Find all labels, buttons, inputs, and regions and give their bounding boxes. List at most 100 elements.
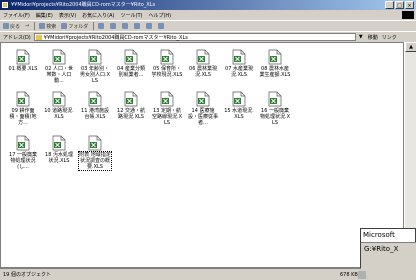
folder-icon	[35, 34, 42, 40]
excel-file-icon	[16, 91, 30, 107]
back-button[interactable]: 戻る	[3, 23, 20, 30]
file-item[interactable]: 06 農林業現況.XLS	[187, 49, 219, 78]
excel-file-icon	[268, 91, 282, 107]
go-button[interactable]: 移動	[368, 34, 378, 41]
menu-favorites[interactable]: お気に入り(A)	[82, 12, 114, 19]
history-button[interactable]	[98, 23, 105, 29]
dialog-title: Microsoft	[361, 229, 415, 242]
file-label: 08 農林水産業生産額.XLS	[259, 66, 291, 78]
file-item[interactable]: 03 年齢別・男女別人口.XLS	[79, 49, 111, 84]
delete-button[interactable]	[134, 23, 141, 29]
window-title: ¥¥Midori¥projects¥Rito2004職員CD-romマスター¥R…	[11, 2, 156, 8]
menu-edit[interactable]: 編集(E)	[36, 12, 53, 19]
address-label: アドレス(D)	[3, 34, 31, 41]
folder-app-icon	[2, 2, 8, 8]
file-item[interactable]: 11 港湾施設台帳.XLS	[79, 91, 111, 120]
file-label: 06 農林業現況.XLS	[189, 66, 217, 78]
dialog-text: G:¥Rito_X	[364, 245, 399, 253]
file-item[interactable]: 14 医療施設・医療従事者...	[187, 91, 219, 126]
excel-file-icon	[196, 49, 210, 65]
folders-icon	[61, 23, 68, 29]
views-button[interactable]	[158, 23, 165, 29]
menu-view[interactable]: 表示(V)	[59, 12, 76, 19]
toolbar-separator	[93, 22, 95, 30]
file-item[interactable]: 10 道路現況.XLS	[43, 91, 75, 120]
excel-file-icon	[232, 49, 246, 65]
window-controls: _ □ ×	[385, 1, 414, 9]
file-label: 09 耕作面積・面積(地方...	[9, 108, 37, 126]
menu-file[interactable]: ファイル(F)	[3, 12, 30, 19]
excel-file-icon	[88, 49, 102, 65]
copy-to-button[interactable]	[122, 23, 129, 29]
file-item[interactable]: 17 一般廃棄物処理状況(し...	[7, 135, 39, 170]
file-item[interactable]: 12 交通・航路現況.XLS	[115, 91, 147, 120]
zone-icon	[358, 271, 366, 279]
file-label: 18 汚水処理状況.XLS	[45, 152, 73, 164]
file-label: 07 水産業現況.XLS	[225, 66, 253, 78]
file-item[interactable]: 05 保育所・学校現況.XLS	[151, 49, 183, 78]
microsoft-dialog: Microsoft G:¥Rito_X	[360, 228, 416, 269]
menu-help[interactable]: ヘルプ(H)	[148, 12, 171, 19]
scroll-up-button[interactable]: ▲	[405, 42, 416, 52]
links-button[interactable]: リンク	[382, 34, 397, 41]
minimize-button[interactable]: _	[385, 1, 394, 9]
file-label: 13 定期・航空路線現況.XLS	[151, 108, 182, 126]
file-label: 01 概要.XLS	[8, 66, 38, 72]
file-item[interactable]: 02 人口・世帯数・人口動...	[43, 49, 75, 84]
copy-to-icon	[122, 23, 129, 29]
menu-bar: ファイル(F) 編集(E) 表示(V) お気に入り(A) ツール(T) ヘルプ(…	[0, 10, 416, 20]
status-count: 19 個のオブジェクト	[3, 272, 51, 278]
file-item[interactable]: 04 産業分類別就業者...	[115, 49, 147, 78]
excel-file-icon	[52, 91, 66, 107]
toolbar-separator	[34, 22, 36, 30]
toolbar: 戻る → 検索 フォルダ	[0, 20, 416, 31]
file-item[interactable]: 09 耕作面積・面積(地方...	[7, 91, 39, 126]
file-label: 02 人口・世帯数・人口動...	[45, 66, 73, 84]
excel-file-icon	[196, 91, 210, 107]
close-button[interactable]: ×	[405, 1, 414, 9]
excel-file-icon	[160, 91, 174, 107]
address-dropdown-button[interactable]: ▼	[358, 33, 364, 41]
file-item[interactable]: 附表 地域指定状況調査の概要.XLS	[78, 135, 112, 171]
address-value: ¥¥Midori¥projects¥Rito2004職員CD-romマスター¥R…	[43, 34, 188, 41]
search-icon	[39, 23, 46, 29]
file-item[interactable]: 16 一般廃棄物処理状況.XLS	[259, 91, 291, 126]
title-bar: ¥¥Midori¥projects¥Rito2004職員CD-romマスター¥R…	[0, 0, 416, 10]
excel-file-icon	[124, 91, 138, 107]
file-label: 15 水道現況.XLS	[224, 108, 254, 120]
delete-icon	[134, 23, 141, 29]
file-label: 附表 地域指定状況調査の概要.XLS	[78, 151, 112, 171]
excel-file-icon	[16, 135, 30, 151]
excel-file-icon	[16, 49, 30, 65]
file-label: 04 産業分類別就業者...	[117, 66, 145, 78]
undo-button[interactable]	[146, 23, 153, 29]
address-field[interactable]: ¥¥Midori¥projects¥Rito2004職員CD-romマスター¥R…	[33, 33, 356, 41]
file-item[interactable]: 07 水産業現況.XLS	[223, 49, 255, 78]
file-item[interactable]: 15 水道現況.XLS	[223, 91, 255, 120]
move-to-icon	[110, 23, 117, 29]
status-bar: 19 個のオブジェクト 678 KB	[0, 268, 416, 280]
maximize-button[interactable]: □	[395, 1, 404, 9]
file-item[interactable]: 18 汚水処理状況.XLS	[43, 135, 75, 164]
excel-file-icon	[52, 49, 66, 65]
folders-button[interactable]: フォルダ	[61, 23, 88, 30]
history-icon	[98, 23, 105, 29]
file-label: 05 保育所・学校現況.XLS	[151, 66, 183, 78]
file-label: 03 年齢別・男女別人口.XLS	[79, 66, 110, 84]
file-item[interactable]: 01 概要.XLS	[7, 49, 39, 72]
search-button[interactable]: 検索	[39, 23, 56, 30]
file-label: 17 一般廃棄物処理状況(し...	[9, 152, 37, 170]
undo-icon	[146, 23, 153, 29]
move-to-button[interactable]	[110, 23, 117, 29]
file-item[interactable]: 08 農林水産業生産額.XLS	[259, 49, 291, 78]
file-label: 12 交通・航路現況.XLS	[117, 108, 145, 120]
excel-file-icon	[88, 135, 102, 151]
forward-button[interactable]: →	[25, 23, 29, 29]
menu-tools[interactable]: ツール(T)	[121, 12, 143, 19]
file-list-pane[interactable]: 01 概要.XLS 02 人口・世帯数・人口動... 03 年齢別・男女別人口.XL…	[0, 42, 404, 268]
file-label: 14 医療施設・医療従事者...	[187, 108, 218, 126]
status-size: 678 KB	[340, 271, 358, 278]
file-item[interactable]: 13 定期・航空路線現況.XLS	[151, 91, 183, 126]
file-label: 16 一般廃棄物処理状況.XLS	[259, 108, 290, 126]
excel-file-icon	[52, 135, 66, 151]
